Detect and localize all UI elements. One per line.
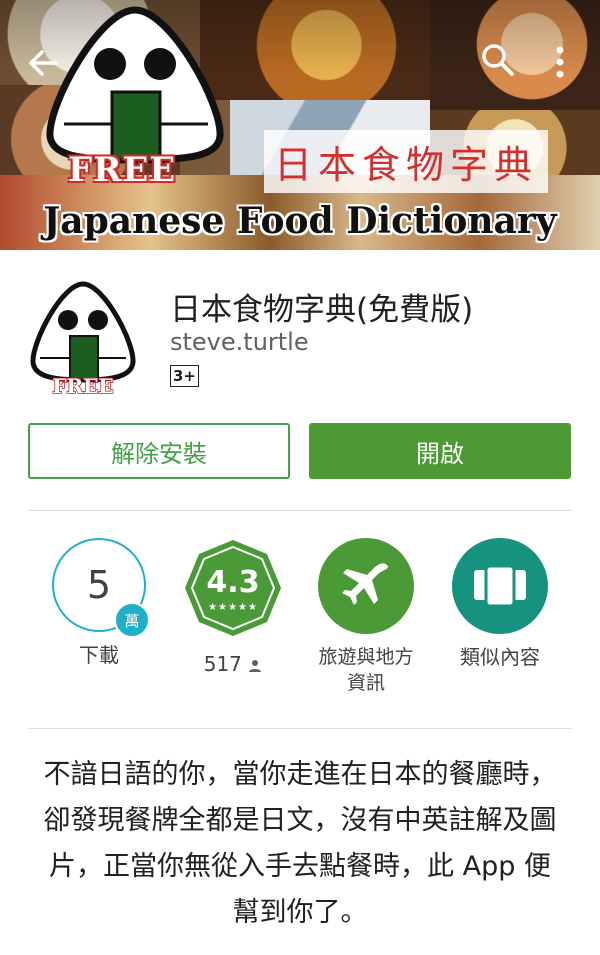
category-stat[interactable]: 旅遊與地方資訊 bbox=[311, 538, 421, 696]
cards-icon bbox=[452, 538, 548, 634]
similar-label: 類似內容 bbox=[460, 645, 540, 669]
category-label: 旅遊與地方資訊 bbox=[318, 646, 414, 694]
onigiri-mascot-icon bbox=[46, 6, 224, 164]
banner-japanese-title: 日本食物字典 bbox=[264, 130, 549, 193]
free-badge: FREE bbox=[68, 150, 177, 190]
rating-badge-icon: 4.3 ★★★★★ bbox=[185, 540, 281, 636]
app-title: 日本食物字典(免費版) bbox=[170, 292, 474, 328]
developer-name[interactable]: steve.turtle bbox=[170, 328, 309, 356]
person-icon bbox=[249, 659, 262, 672]
downloads-unit-badge: 萬 bbox=[114, 602, 150, 638]
uninstall-button[interactable]: 解除安裝 bbox=[28, 423, 290, 479]
more-options-icon[interactable] bbox=[550, 42, 570, 82]
rating-stat[interactable]: 4.3 ★★★★★ 517 bbox=[178, 538, 288, 676]
app-icon-free-text: FREE bbox=[52, 374, 113, 398]
similar-stat[interactable]: 類似內容 bbox=[445, 538, 555, 670]
back-arrow-icon[interactable] bbox=[22, 42, 64, 84]
downloads-count: 5 bbox=[86, 563, 112, 607]
app-icon: FREE bbox=[28, 280, 138, 399]
airplane-icon bbox=[318, 538, 414, 634]
divider bbox=[28, 510, 572, 511]
downloads-stat[interactable]: 5 萬 下載 bbox=[44, 538, 154, 668]
rating-value: 4.3 bbox=[206, 565, 259, 600]
downloads-label: 下載 bbox=[79, 643, 119, 667]
downloads-circle: 5 萬 bbox=[52, 538, 150, 638]
divider bbox=[28, 728, 572, 729]
svg-text:★★★★★: ★★★★★ bbox=[208, 602, 258, 613]
app-description[interactable]: 不諳日語的你，當你走進在日本的餐廳時，卻發現餐牌全都是日文，沒有中英註解及圖片，… bbox=[40, 752, 560, 936]
content-rating-badge: 3+ bbox=[170, 365, 200, 387]
banner-english-title: Japanese Food Dictionary bbox=[43, 200, 557, 242]
open-button[interactable]: 開啟 bbox=[309, 423, 571, 479]
feature-graphic: FREE 日本食物字典 Japanese Food Dictionary bbox=[0, 0, 600, 250]
search-icon[interactable] bbox=[478, 40, 518, 80]
rating-count: 517 bbox=[203, 652, 242, 676]
